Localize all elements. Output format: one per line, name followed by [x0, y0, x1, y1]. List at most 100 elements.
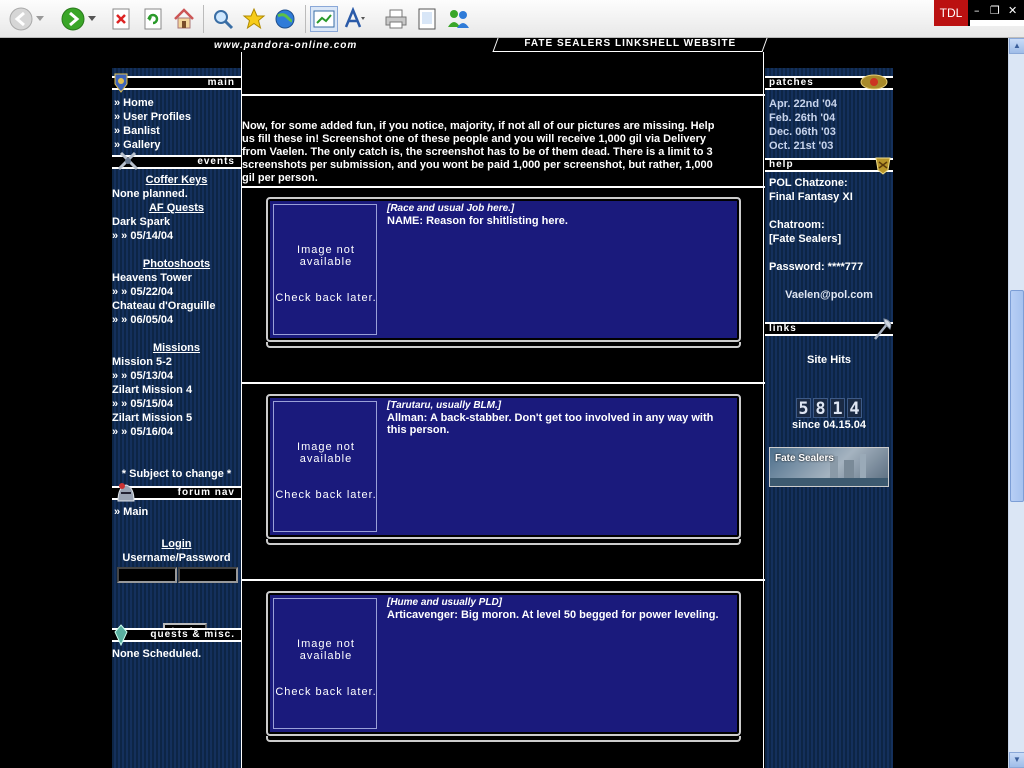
shitlist-card: Image not available Check back later. [H…	[266, 591, 741, 736]
patch-link[interactable]: Oct. 21st '03	[769, 140, 833, 152]
forum-main-link[interactable]: » Main	[114, 505, 148, 519]
help-line: POL Chatzone:	[769, 177, 848, 189]
photoshoots-heading[interactable]: Photoshoots	[112, 258, 241, 270]
check-back-text: Check back later.	[275, 489, 377, 501]
help-line: Password: ****777	[769, 261, 864, 273]
username-input[interactable]	[117, 567, 177, 583]
af-quest-name: Dark Spark	[112, 216, 171, 228]
restore-button[interactable]: ❐	[990, 4, 1000, 17]
patch-link[interactable]: Feb. 26th '04	[769, 112, 835, 124]
vertical-scrollbar[interactable]: ▲ ▼	[1008, 38, 1024, 768]
stop-icon[interactable]	[108, 6, 134, 32]
forward-icon[interactable]	[60, 6, 86, 32]
quests-misc-value: None Scheduled.	[112, 648, 202, 660]
patch-link[interactable]: Dec. 06th '03	[769, 126, 836, 138]
patches-header-label: patches	[769, 77, 814, 88]
af-quest-date: » » 05/14/04	[112, 230, 174, 242]
back-icon[interactable]	[8, 6, 34, 32]
banner-text: Fate Sealers	[775, 453, 834, 464]
main-header: main	[112, 76, 241, 90]
print-icon[interactable]	[383, 6, 409, 32]
crystal-icon	[114, 624, 130, 647]
hit-digit: 5	[796, 398, 811, 419]
search-icon[interactable]	[210, 6, 236, 32]
divider	[242, 186, 765, 188]
scrollbar-thumb[interactable]	[1010, 290, 1024, 502]
help-line: Final Fantasy XI	[769, 191, 853, 203]
shitlist-card: Image not available Check back later. [R…	[266, 197, 741, 342]
minimize-button[interactable]: –	[974, 4, 980, 17]
image-unavailable-text: Image not available	[297, 441, 355, 465]
scroll-up-arrow-icon[interactable]: ▲	[1009, 38, 1024, 54]
media-icon[interactable]	[272, 6, 298, 32]
divider	[242, 579, 765, 581]
messenger-icon[interactable]	[446, 6, 472, 32]
mission-name: Zilart Mission 4	[112, 384, 193, 396]
close-button[interactable]: ✕	[1008, 4, 1017, 17]
email-link[interactable]: Vaelen@pol.com	[765, 289, 893, 301]
forum-nav-header-label: forum nav	[177, 487, 235, 498]
login-heading: Login	[161, 538, 192, 550]
forward-dropdown-icon[interactable]	[86, 6, 98, 32]
card-body-text: Articavenger: Big moron. At level 50 beg…	[387, 609, 719, 621]
site-url: www.pandora-online.com	[214, 40, 358, 51]
right-sidebar: patches Apr. 22nd '04 Feb. 26th '04 Dec.…	[765, 68, 893, 768]
events-header-label: events	[197, 156, 235, 167]
image-unavailable-text: Image not available	[297, 638, 355, 662]
card-base	[266, 736, 741, 742]
subject-to-change-note: * Subject to change *	[121, 468, 232, 480]
check-back-text: Check back later.	[275, 686, 377, 698]
intro-paragraph: Now, for some added fun, if you notice, …	[242, 120, 715, 184]
site-hits-label: Site Hits	[806, 354, 851, 366]
af-quests-heading[interactable]: AF Quests	[112, 202, 241, 214]
left-sidebar: main » Home » User Profiles » Banlist » …	[112, 68, 241, 768]
history-icon[interactable]	[310, 6, 338, 32]
hit-digit: 4	[847, 398, 862, 419]
main-header-label: main	[207, 77, 235, 88]
patch-link[interactable]: Apr. 22nd '04	[769, 98, 837, 110]
card-race-job: [Tarutaru, usually BLM.]	[387, 400, 502, 411]
crossed-swords-icon	[116, 150, 140, 171]
card-race-job: [Hume and usually PLD]	[387, 597, 503, 608]
coffer-keys-heading[interactable]: Coffer Keys	[112, 174, 241, 186]
font-size-icon[interactable]	[342, 6, 368, 32]
site-title-text: FATE SEALERS LINKSHELL WEBSITE	[524, 38, 737, 49]
card-race-job: [Race and usual Job here.]	[387, 203, 515, 214]
since-date: since 04.15.04	[791, 419, 866, 431]
missions-heading[interactable]: Missions	[112, 342, 241, 354]
nav-banlist-link[interactable]: » Banlist	[114, 124, 160, 138]
hit-digit: 1	[830, 398, 845, 419]
card-base	[266, 342, 741, 348]
crest-icon	[873, 154, 893, 175]
quests-misc-header: quests & misc.	[112, 628, 241, 642]
photoshoot-name: Heavens Tower	[112, 272, 192, 284]
username-password-label: Username/Password	[122, 552, 231, 564]
nav-user-profiles-link[interactable]: » User Profiles	[114, 110, 191, 124]
fate-sealers-banner[interactable]: Fate Sealers	[769, 447, 889, 487]
back-dropdown-icon[interactable]	[34, 6, 46, 32]
eye-emblem-icon	[859, 71, 889, 91]
help-header-label: help	[769, 159, 794, 170]
help-line: [Fate Sealers]	[769, 233, 842, 245]
scroll-down-arrow-icon[interactable]: ▼	[1009, 752, 1024, 768]
refresh-icon[interactable]	[140, 6, 166, 32]
mission-name: Zilart Mission 5	[112, 412, 193, 424]
photoshoot-date: » » 05/22/04	[112, 286, 174, 298]
mission-date: » » 05/15/04	[112, 398, 174, 410]
hit-digit: 8	[813, 398, 828, 419]
quests-misc-header-label: quests & misc.	[150, 629, 235, 640]
password-input[interactable]	[178, 567, 238, 583]
edit-icon[interactable]	[414, 6, 440, 32]
mission-date: » » 05/13/04	[112, 370, 174, 382]
check-back-text: Check back later.	[275, 292, 377, 304]
home-icon[interactable]	[171, 6, 197, 32]
favorites-icon[interactable]	[241, 6, 267, 32]
web-page: www.pandora-online.com FATE SEALERS LINK…	[0, 38, 1008, 768]
nav-home-link[interactable]: » Home	[114, 96, 154, 110]
photoshoot-name: Chateau d'Oraguille	[112, 300, 216, 312]
mission-name: Mission 5-2	[112, 356, 172, 368]
photoshoot-date: » » 06/05/04	[112, 314, 174, 326]
card-base	[266, 539, 741, 545]
mission-date: » » 05/16/04	[112, 426, 174, 438]
image-placeholder: Image not available Check back later.	[273, 598, 377, 729]
